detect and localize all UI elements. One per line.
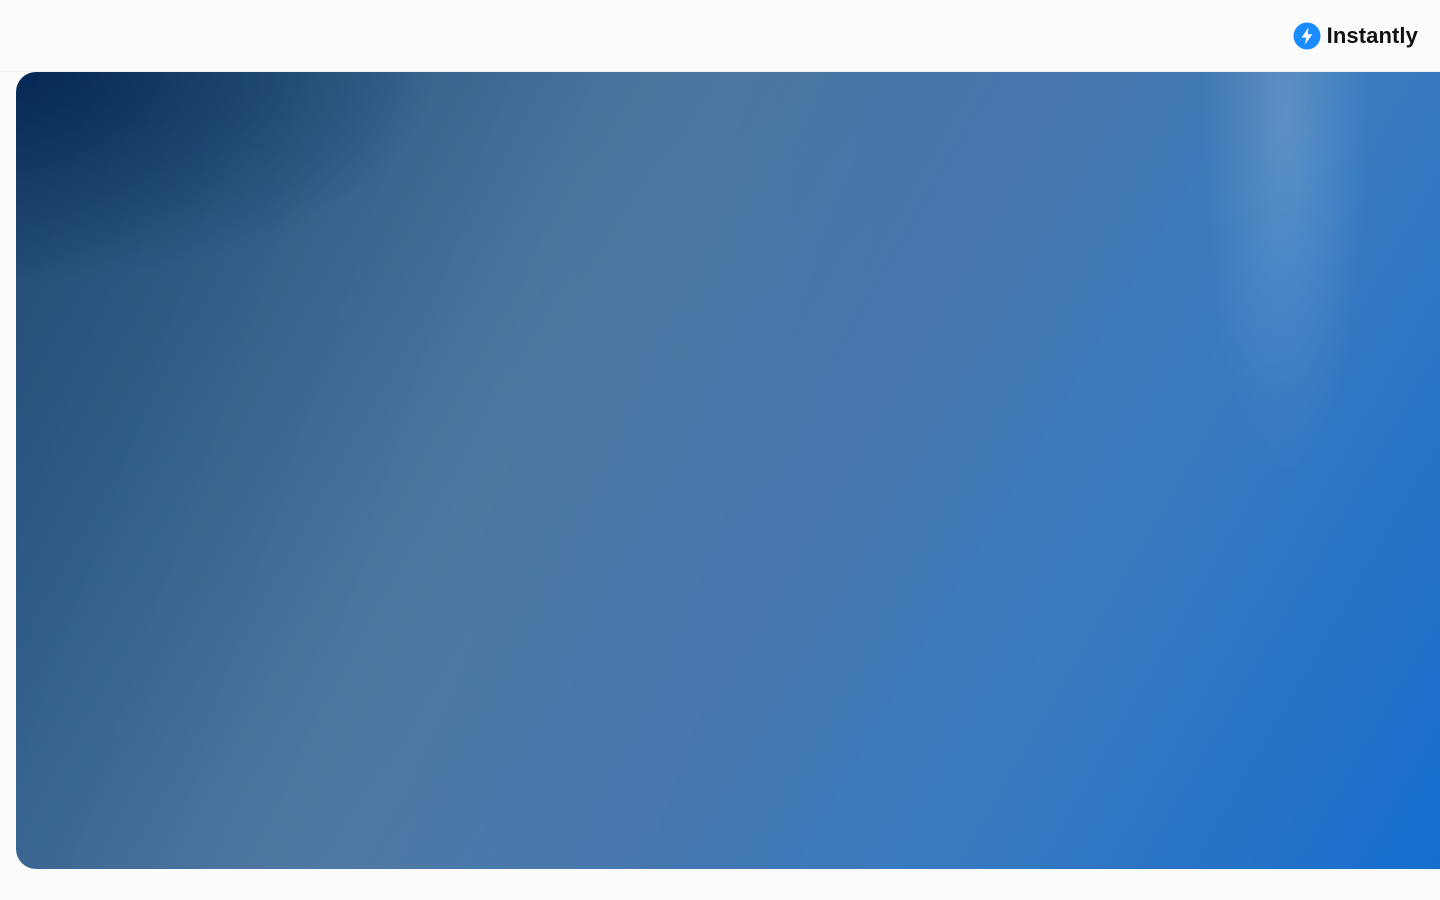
top-bar: Instantly xyxy=(0,0,1440,72)
hero-banner xyxy=(16,72,1440,869)
brand-logo-link[interactable]: Instantly xyxy=(1293,21,1418,51)
lightning-bolt-icon xyxy=(1293,22,1321,50)
brand-name: Instantly xyxy=(1326,23,1418,48)
